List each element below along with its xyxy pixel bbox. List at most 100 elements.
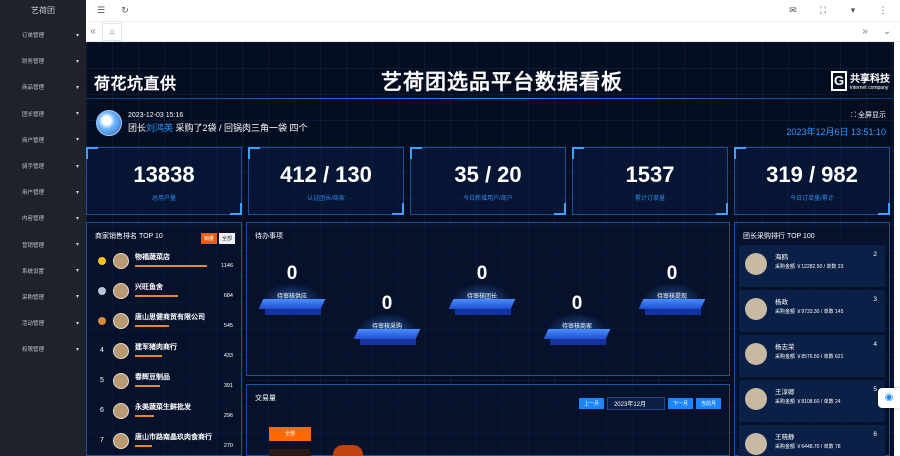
broadcast-leader: 刘鸿英 — [146, 123, 174, 133]
sidebar-item-label: 权限管理 — [22, 347, 45, 354]
sidebar-item[interactable]: 订单管理 ▾ — [0, 22, 86, 48]
buyers-title: 团长采购排行 TOP 100 — [743, 233, 815, 240]
sales-value: 545 — [223, 323, 233, 329]
sidebar-item[interactable]: 用户管理 ▾ — [0, 179, 86, 205]
tabs-scroll-right-icon[interactable]: » — [858, 26, 872, 37]
home-tab[interactable]: ⌂ — [102, 22, 122, 41]
broadcast-prefix: 团长 — [128, 123, 147, 133]
review-count: 0 — [476, 263, 488, 284]
leader-purchase-ranking-panel: 团长采购排行 TOP 100 海鸥 采购金额 ￥12282.50 / 单数 23 2… — [734, 222, 890, 456]
stat-card: 412 / 130 认证团长/商家 — [248, 147, 404, 215]
merchant-avatar — [113, 343, 129, 359]
sidebar-item[interactable]: 团长管理 ▾ — [0, 101, 86, 127]
stat-label: 今日新增用户/商户 — [463, 196, 513, 202]
sales-value: 1146 — [221, 263, 233, 269]
current-month-button[interactable]: 当前月 — [695, 398, 721, 409]
home-icon: ⌂ — [109, 27, 115, 36]
broadcast-time: 2023-12-03 15:16 — [128, 112, 184, 119]
buyer-row[interactable]: 王淳卿 采购金额 ￥8108.60 / 单数 24 5 — [739, 380, 885, 422]
buyer-avatar — [745, 388, 767, 410]
sidebar-item[interactable]: 商品管理 ▾ — [0, 74, 86, 100]
message-icon[interactable]: ✉ — [786, 5, 800, 16]
tab-all[interactable]: 全部 — [218, 233, 235, 244]
buyer-stats: 采购金额 ￥9733.30 / 单数 145 — [775, 309, 844, 315]
pending-review-panel: 待办事项 0 待审核供应 0 待审核采购 0 待审核团长 0 待审核商家 0 待审核提现 — [246, 222, 730, 376]
pedestal-base — [455, 309, 511, 315]
brand-subtitle: internet company — [850, 85, 889, 91]
sidebar-item[interactable]: 财务管理 ▾ — [0, 48, 86, 74]
merchant-name: 建军猪肉商行 — [135, 344, 177, 351]
ranking-row: 6 永美蔬菜生鲜批发 296 — [97, 401, 233, 429]
stat-card: 13838 总用户量 — [86, 147, 242, 215]
user-dropdown-icon[interactable]: ▾ — [846, 5, 860, 16]
tabs-scroll-left-icon[interactable]: « — [86, 26, 100, 37]
review-pedestal[interactable]: 0 待审核团长 — [447, 263, 517, 333]
tabs-menu-icon[interactable]: ⌄ — [880, 26, 894, 37]
current-datetime: 2023年12月6日 13:51:10 — [786, 127, 886, 137]
stat-value: 412 / 130 — [280, 162, 372, 187]
buyer-name: 海鸥 — [775, 254, 788, 261]
fullscreen-button[interactable]: ⛶ 全屏显示 — [786, 110, 886, 120]
medal-icon — [98, 287, 106, 295]
prev-month-button[interactable]: 上一月 — [578, 398, 604, 409]
chevron-down-icon: ▾ — [75, 58, 79, 65]
sidebar-item[interactable]: 营销管理 ▾ — [0, 232, 86, 258]
stat-label: 累计订单量 — [634, 196, 665, 202]
stat-card: 1537 累计订单量 — [572, 147, 728, 215]
dashboard: 荷花坑直供 艺荷团选品平台数据看板 G 共享科技 internet compan… — [86, 42, 894, 456]
floating-helper-button[interactable]: ◉ — [878, 388, 900, 408]
merchant-name: 唐山思健商贸有限公司 — [135, 314, 205, 321]
sidebar-logo: 艺荷团 — [31, 6, 55, 15]
buyer-row[interactable]: 海鸥 采购金额 ￥12282.50 / 单数 23 2 — [739, 245, 885, 287]
chevron-down-icon: ▾ — [75, 163, 79, 170]
review-pedestal[interactable]: 0 待审核提现 — [637, 263, 707, 333]
buyer-avatar — [745, 343, 767, 365]
review-pedestal[interactable]: 0 待审核采购 — [352, 293, 422, 363]
fullscreen-label: 全屏显示 — [858, 112, 886, 119]
merchant-avatar — [113, 403, 129, 419]
fullscreen-toggle-icon[interactable]: ⛶ — [816, 5, 830, 16]
merchant-name: 春辉豆制品 — [135, 374, 170, 381]
review-pedestal[interactable]: 0 待审核商家 — [542, 293, 612, 363]
menu-icon[interactable]: ☰ — [94, 5, 108, 16]
pedestal-top — [353, 329, 421, 339]
sidebar-item[interactable]: 系统设置 ▾ — [0, 258, 86, 284]
sidebar-item[interactable]: 权限管理 ▾ — [0, 336, 86, 362]
buyer-row[interactable]: 王晓静 采购金额 ￥6448.70 / 单数 78 6 — [739, 425, 885, 456]
next-month-button[interactable]: 下一月 — [667, 398, 693, 409]
buyer-row[interactable]: 杨志荣 采购金额 ￥8576.50 / 单数 621 4 — [739, 335, 885, 377]
legend-all[interactable]: 全部 — [269, 427, 311, 441]
sidebar-item[interactable]: 商户管理 ▾ — [0, 127, 86, 153]
tab-sales[interactable]: 销量 — [200, 233, 217, 244]
sidebar-item[interactable]: 骑手管理 ▾ — [0, 153, 86, 179]
sidebar-item[interactable]: 活动管理 ▾ — [0, 310, 86, 336]
pedestal-top — [543, 329, 611, 339]
admin-sidebar: 艺荷团 订单管理 ▾ 财务管理 ▾ 商品管理 ▾ 团长管理 ▾ 商户管理 ▾ 骑手管理 ▾ 用户管理 ▾ 内… — [0, 0, 86, 456]
more-icon[interactable]: ⋮ — [876, 5, 890, 16]
chevron-down-icon: ▾ — [75, 320, 79, 327]
pedestal-base — [550, 339, 606, 345]
chevron-down-icon: ▾ — [75, 215, 79, 222]
review-pedestal[interactable]: 0 待审核供应 — [257, 263, 327, 333]
month-picker[interactable]: 2023年12月 — [606, 397, 665, 410]
sidebar-item-label: 商品管理 — [22, 85, 45, 92]
merchant-avatar — [113, 283, 129, 299]
header-divider — [86, 98, 894, 99]
sidebar-item-label: 骑手管理 — [22, 164, 45, 171]
stat-card: 35 / 20 今日新增用户/商户 — [410, 147, 566, 215]
refresh-icon[interactable]: ↻ — [118, 5, 132, 16]
buyer-name: 王晓静 — [775, 434, 795, 441]
sales-value: 391 — [223, 383, 233, 389]
buyer-row[interactable]: 杨政 采购金额 ￥9733.30 / 单数 145 3 — [739, 290, 885, 332]
pedestal-top — [638, 299, 706, 309]
stat-value: 319 / 982 — [766, 162, 858, 187]
ranking-row: 兴旺鱼舍 684 — [97, 281, 233, 309]
sidebar-item[interactable]: 内容管理 ▾ — [0, 205, 86, 231]
clock-area: ⛶ 全屏显示 2023年12月6日 13:51:10 — [786, 110, 886, 138]
sales-value: 296 — [223, 413, 233, 419]
merchant-name: 物福蔬菜店 — [135, 254, 170, 261]
sidebar-item[interactable]: 采购管理 ▾ — [0, 284, 86, 310]
chevron-down-icon: ▾ — [75, 242, 79, 249]
sidebar-item-label: 营销管理 — [22, 242, 45, 249]
stat-value: 13838 — [133, 162, 195, 187]
